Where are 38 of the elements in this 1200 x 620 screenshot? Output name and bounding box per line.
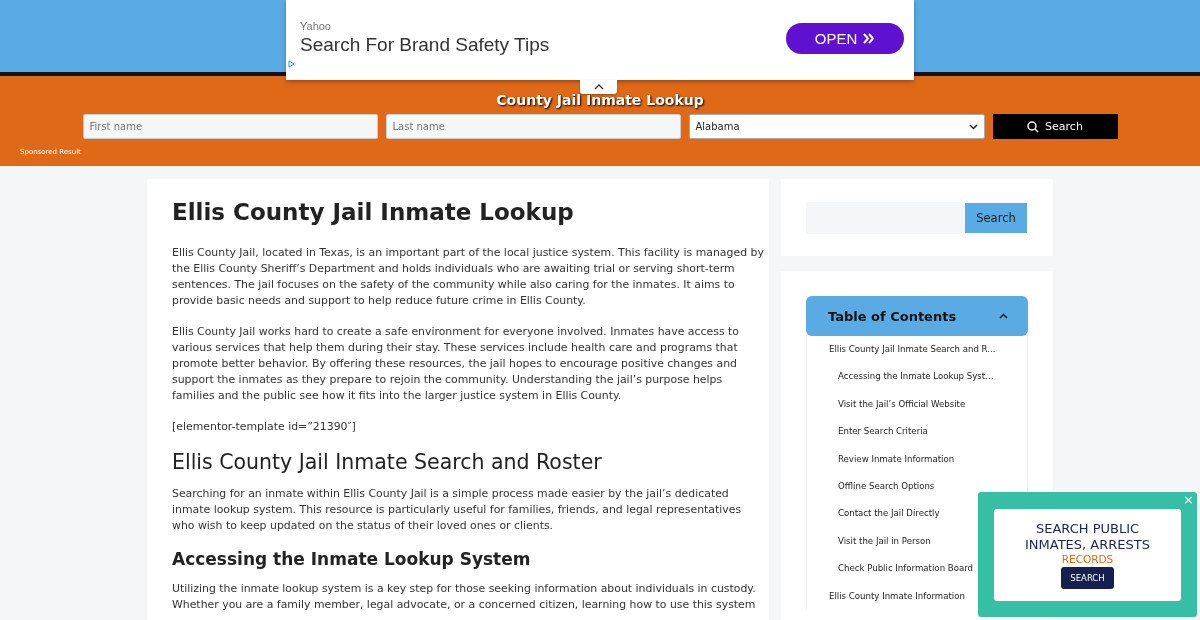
toc-link[interactable]: Enter Search Criteria <box>807 418 1027 446</box>
article-title: Ellis County Jail Inmate Lookup <box>172 199 575 225</box>
search-button[interactable]: Search <box>992 114 1118 139</box>
toc-link[interactable]: Visit the Jail’s Official Website <box>807 390 1027 419</box>
header-title: County Jail Inmate Lookup <box>496 92 704 108</box>
paragraph: [elementor-template id=”21390″] <box>172 419 357 435</box>
play-icon <box>288 60 295 68</box>
chevron-up-icon <box>593 84 604 90</box>
paragraph: Searching for an inmate within Ellis County Jail is a simple process made easier by the jail’s dedicated inmate lookup system. This resource is particularly useful for families, friends, and legal representatives who wish to keep updated on the status of their loved ones or clients. <box>172 486 743 534</box>
last-name-field[interactable]: Last name <box>385 114 681 139</box>
toc-link[interactable]: Ellis County Jail Inmate Search and R... <box>807 336 1027 364</box>
double-chevron-icon <box>863 33 876 44</box>
toc-link[interactable]: Offline Search Options <box>807 472 1027 501</box>
paragraph: Ellis County Jail, located in Texas, is an important part of the local justice system. This facility is managed by the Ellis County Sheriff’s Department and holds individuals who are awaiting trial or serving short-term sentences. The jail focuses on the safety of the community while also caring for the inmates. It aims to provide basic needs and support to help reduce future crime in Ellis County. <box>172 245 765 309</box>
ad-banner[interactable]: Yahoo Search For Brand Safety Tips OPEN <box>286 0 914 80</box>
search-field[interactable] <box>806 201 965 234</box>
toc-link[interactable]: Accessing the Inmate Lookup Syst... <box>807 363 1027 391</box>
collapse-tab[interactable] <box>580 80 617 94</box>
first-name-field[interactable]: First name <box>82 114 378 139</box>
subsection-heading: Accessing the Inmate Lookup System <box>172 549 532 569</box>
open-button[interactable]: OPEN <box>786 23 904 54</box>
section-heading: Ellis County Jail Inmate Search and Roster <box>172 450 603 474</box>
chevron-up-icon <box>999 313 1008 319</box>
search-button[interactable]: Search <box>965 202 1027 233</box>
chevron-down-icon <box>968 123 978 130</box>
search-icon <box>1027 120 1040 133</box>
state-select[interactable]: Alabama <box>688 114 985 139</box>
toc-title: Table of Contents <box>828 308 957 324</box>
toc-header[interactable]: Table of Contents <box>806 296 1028 336</box>
paragraph: Ellis County Jail works hard to create a safe environment for everyone involved. Inmates have access to various services that help them during their stay. These services include health care and programs that promote better behavior. By offering these resources, the jail hopes to encourage positive changes and support the inmates as they prepare to rejoin the community. Understanding the jail’s purpose helps families and the public see how it fits into the larger justice system in Ellis County. <box>172 324 740 404</box>
paragraph: Utilizing the inmate lookup system is a key step for those seeking information about individuals in custody. Whether you are a family member, legal advocate, or a concerned citizen, learning how to use this system <box>172 581 757 613</box>
promo-subtext: RECORDS <box>1061 553 1114 565</box>
toc-link[interactable]: Review Inmate Information <box>807 445 1027 473</box>
promo-text: INMATES, ARRESTS <box>1025 537 1150 553</box>
ad-headline: Search For Brand Safety Tips <box>300 34 550 56</box>
promo-text: SEARCH PUBLIC <box>1035 521 1140 537</box>
promo-search-button[interactable]: SEARCH <box>1061 567 1114 589</box>
ad-source: Yahoo <box>300 20 332 32</box>
